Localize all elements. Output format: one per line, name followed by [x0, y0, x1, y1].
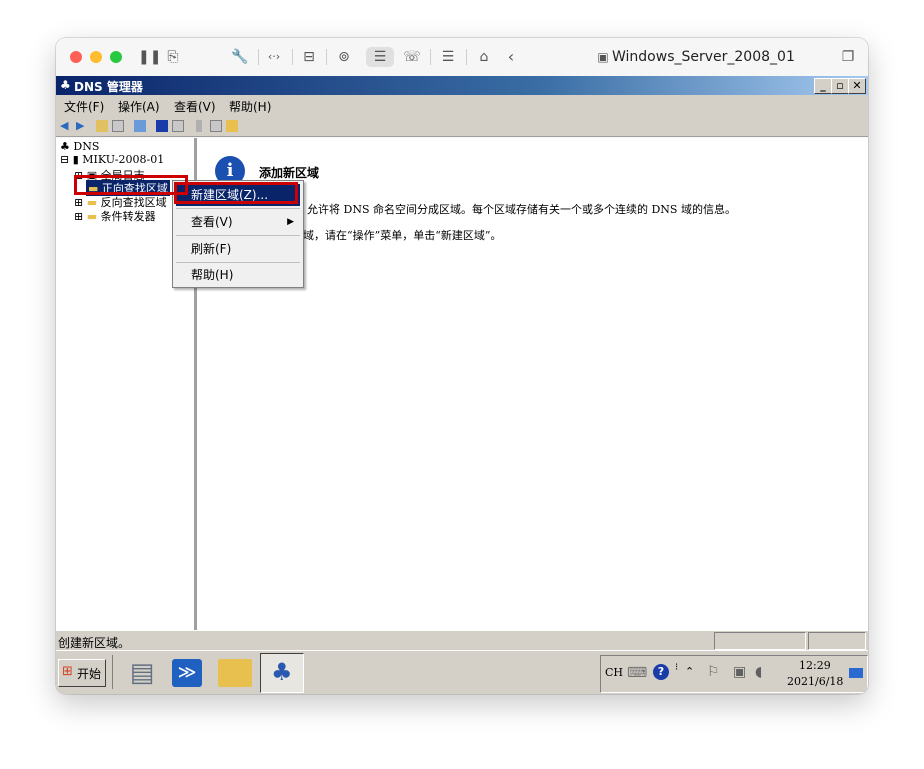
detail-para2: 域，请在“操作”菜单，单击“新建区域”。 — [303, 229, 502, 242]
highlight-forward-zones — [74, 175, 188, 195]
app-title: DNS 管理器 — [74, 80, 143, 94]
menu-help[interactable]: 帮助(H) — [229, 98, 271, 115]
vm-doc-icon: ▣ — [597, 50, 609, 64]
start-button[interactable]: ⊞ 开始 — [58, 659, 106, 687]
mmc-toolbar: ◀ ▶ — [56, 116, 868, 137]
windows-logo-icon: ⊞ — [62, 664, 73, 679]
minimize-button[interactable]: _ — [814, 78, 832, 94]
wrench-icon[interactable]: 🔧 — [230, 47, 250, 67]
minimize-dot[interactable] — [90, 51, 102, 63]
dns-network-icon: ♣ — [271, 658, 293, 686]
list-icon[interactable] — [210, 120, 222, 132]
new-icon[interactable] — [226, 120, 238, 132]
ctx-view[interactable]: 查看(V) ▶ — [176, 211, 300, 233]
dns-icon: ♣ — [60, 140, 70, 153]
refresh-icon[interactable] — [134, 120, 146, 132]
server-manager-icon[interactable]: ▤ — [126, 657, 158, 689]
clock-time[interactable]: 12:29 — [799, 659, 831, 672]
ctx-help[interactable]: 帮助(H) — [176, 264, 300, 286]
flag-icon[interactable]: ⚐ — [707, 664, 720, 680]
status-panel-1 — [714, 632, 806, 650]
show-hidden-icon[interactable]: ⌃ — [685, 665, 694, 678]
restore-button[interactable]: ▫ — [831, 78, 849, 94]
chevron-left-icon[interactable]: ‹ — [504, 47, 518, 67]
vm-toolbar: ❚❚ ⎘ 🔧 ‹·› ⊟ ⊚ ☰ ☏ ☰ ⌂ ‹ ▣ Windows_Serve… — [56, 38, 868, 76]
tree-item-conditional-forwarders[interactable]: ⊞ ▬ 条件转发器 — [74, 208, 156, 224]
submenu-arrow-icon: ▶ — [287, 217, 294, 227]
vm-window: ❚❚ ⎘ 🔧 ‹·› ⊟ ⊚ ☰ ☏ ☰ ⌂ ‹ ▣ Windows_Serve… — [56, 38, 868, 694]
clock-date[interactable]: 2021/6/18 — [787, 675, 843, 688]
zoom-dot[interactable] — [110, 51, 122, 63]
ime-options-icon[interactable]: ⁝ — [675, 662, 678, 673]
drive-icon[interactable]: ⊟ — [300, 47, 318, 67]
expand-icon[interactable]: ⊞ — [74, 210, 83, 223]
status-text: 创建新区域。 — [58, 636, 131, 650]
up-icon[interactable] — [96, 120, 108, 132]
highlight-new-zone — [174, 182, 298, 204]
language-indicator[interactable]: CH — [605, 666, 623, 679]
folder-icon: ▬ — [86, 210, 98, 223]
menu-file[interactable]: 文件(F) — [64, 98, 104, 115]
phone-icon[interactable]: ☏ — [402, 47, 422, 67]
pause-icon[interactable]: ❚❚ — [138, 47, 161, 67]
server-icon[interactable] — [196, 120, 202, 132]
system-tray: CH ⌨ ? ⁝ ⌃ ⚐ ▣ ◖ 12:29 2021/6/18 — [600, 655, 868, 693]
app-title-bar: ♣ DNS 管理器 _ ▫ ✕ — [56, 76, 868, 95]
detail-heading: 添加新区域 — [259, 166, 320, 180]
storage-icon[interactable]: ☰ — [438, 47, 458, 67]
vm-window-title: Windows_Server_2008_01 — [612, 49, 795, 65]
code-icon[interactable]: ‹·› — [264, 47, 284, 67]
close-button[interactable]: ✕ — [848, 78, 866, 94]
ctx-refresh[interactable]: 刷新(F) — [176, 238, 300, 260]
explorer-icon[interactable] — [218, 659, 252, 687]
server-icon: ▮ — [72, 153, 79, 166]
volume-muted-icon[interactable]: ◖ — [755, 664, 762, 680]
forward-icon[interactable]: ▶ — [76, 120, 88, 132]
tree-server[interactable]: ⊟ ▮ MIKU-2008-01 — [60, 153, 164, 166]
folder-icon[interactable]: ⌂ — [474, 47, 494, 67]
tree-root[interactable]: ♣ DNS — [60, 140, 99, 153]
close-dot[interactable] — [70, 51, 82, 63]
status-panel-2 — [808, 632, 866, 650]
powershell-icon[interactable]: ≫ — [172, 659, 202, 687]
dns-task-button[interactable]: ♣ — [260, 653, 304, 693]
status-bar: 创建新区域。 — [56, 630, 868, 651]
help-tray-icon[interactable]: ? — [653, 664, 669, 680]
back-icon[interactable]: ◀ — [60, 120, 72, 132]
keyboard-icon[interactable]: ⌨ — [627, 665, 647, 681]
disk-icon[interactable]: ☰ — [366, 47, 394, 67]
show-desktop-icon[interactable] — [849, 668, 863, 678]
menu-bar: 文件(F) 操作(A) 查看(V) 帮助(H) — [56, 95, 868, 116]
detail-para1: 允许将 DNS 命名空间分成区域。每个区域存储有关一个或多个连续的 DNS 域的… — [307, 203, 736, 216]
snapshot-icon[interactable]: ⎘ — [164, 47, 182, 67]
show-tree-icon[interactable] — [112, 120, 124, 132]
properties-icon[interactable] — [172, 120, 184, 132]
collapse-icon[interactable]: ⊟ — [60, 153, 69, 166]
dns-app-icon: ♣ — [60, 78, 71, 92]
help-icon[interactable] — [156, 120, 168, 132]
fullscreen-icon[interactable]: ❐ — [840, 47, 856, 67]
menu-action[interactable]: 操作(A) — [118, 98, 160, 115]
taskbar: ⊞ 开始 ▤ ≫ ♣ CH ⌨ ? ⁝ ⌃ ⚐ ▣ ◖ 12:29 2021/6… — [56, 650, 868, 694]
menu-view[interactable]: 查看(V) — [174, 98, 216, 115]
camera-icon[interactable]: ⊚ — [334, 47, 354, 67]
network-icon[interactable]: ▣ — [733, 664, 746, 680]
